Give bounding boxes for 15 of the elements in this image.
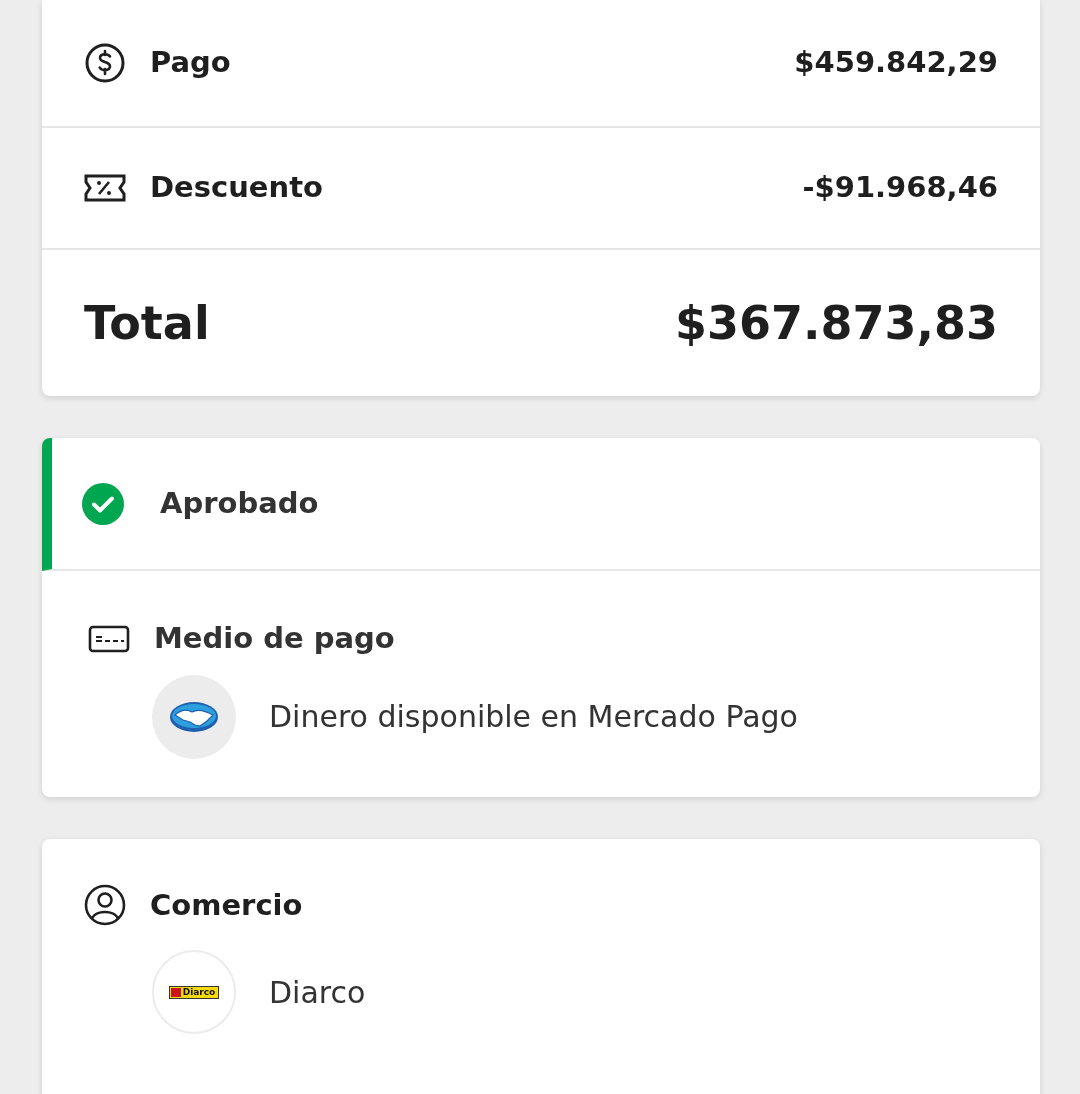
total-amount: $367.873,83 xyxy=(675,294,998,352)
row-amount: $459.842,29 xyxy=(794,44,998,82)
row-label: Descuento xyxy=(150,169,323,207)
section-title: Comercio xyxy=(150,886,303,924)
row-amount: -$91.968,46 xyxy=(802,169,998,207)
merchant-name: Diarco xyxy=(269,973,366,1012)
check-circle-icon xyxy=(82,482,124,525)
status-label: Aprobado xyxy=(160,484,319,522)
merchant-logo: Diarco xyxy=(168,985,220,999)
dollar-icon xyxy=(84,42,126,84)
payment-method-name: Dinero disponible en Mercado Pago xyxy=(269,698,798,736)
total-label: Total xyxy=(84,294,210,352)
section-title: Medio de pago xyxy=(154,620,395,657)
row-label: Pago xyxy=(150,44,231,82)
user-icon xyxy=(84,884,126,927)
